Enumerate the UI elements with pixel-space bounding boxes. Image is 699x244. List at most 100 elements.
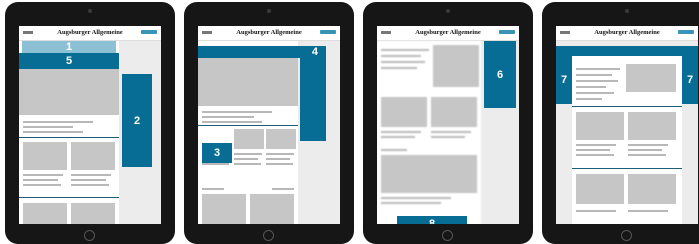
- text-line: [23, 184, 61, 186]
- text-line: [234, 163, 261, 165]
- ad-slot-1: 1: [22, 41, 116, 53]
- text-line: [576, 92, 614, 94]
- divider: [572, 168, 682, 169]
- teaser-image: [71, 203, 115, 224]
- lead-image: [198, 58, 298, 106]
- tablet-4-screen: Augsburger Allgemeine 7 7: [556, 26, 698, 224]
- text-line: [576, 144, 616, 146]
- text-line: [266, 158, 290, 160]
- teaser-image: [71, 142, 115, 170]
- teaser-image: [628, 174, 676, 204]
- home-button-icon: [442, 230, 453, 241]
- ad-slot-6: 6: [484, 41, 516, 108]
- text-line: [381, 67, 417, 69]
- teaser-image: [628, 112, 676, 140]
- teaser-image: [23, 142, 67, 170]
- text-line: [381, 55, 421, 57]
- teaser-image: [234, 129, 264, 149]
- ad-slot-2: 2: [122, 74, 152, 167]
- text-line: [576, 98, 602, 100]
- teaser-image: [381, 155, 477, 193]
- text-line: [576, 80, 618, 82]
- text-line: [628, 154, 666, 156]
- camera-icon: [446, 9, 450, 13]
- text-line: [202, 121, 262, 123]
- article-column: [572, 56, 682, 224]
- divider: [19, 197, 119, 198]
- tablet-3: Augsburger Allgemeine 6 8: [363, 2, 533, 244]
- text-line: [272, 188, 294, 190]
- camera-icon: [267, 9, 271, 13]
- ad-slot-8: 8: [397, 216, 467, 224]
- ad-slot-7-right: 7: [682, 56, 698, 104]
- text-line: [234, 153, 262, 155]
- ad-slot-4-skyscraper: [300, 58, 326, 141]
- text-line: [266, 153, 294, 155]
- text-line: [381, 149, 407, 151]
- teaser-image: [23, 203, 67, 224]
- text-line: [431, 131, 471, 133]
- subscribe-button: [499, 30, 515, 34]
- text-line: [266, 163, 293, 165]
- text-line: [381, 202, 441, 204]
- ad-wallpaper-top: [556, 46, 698, 56]
- site-logo: Augsburger Allgemeine: [236, 29, 302, 36]
- text-line: [381, 61, 425, 63]
- teaser-image: [576, 174, 624, 204]
- text-line: [202, 188, 224, 190]
- teaser-image: [266, 129, 296, 149]
- site-logo: Augsburger Allgemeine: [415, 29, 481, 36]
- text-line: [576, 210, 616, 212]
- tablet-3-screen: Augsburger Allgemeine 6 8: [377, 26, 519, 224]
- teaser-image: [431, 97, 477, 127]
- text-line: [71, 174, 111, 176]
- article-column: [377, 41, 481, 224]
- site-header: Augsburger Allgemeine: [556, 26, 698, 41]
- ad-slot-7-left: 7: [556, 56, 572, 104]
- text-line: [381, 197, 451, 199]
- text-line: [202, 111, 272, 113]
- tablet-1-screen: Augsburger Allgemeine 1 5 2: [19, 26, 161, 224]
- site-header: Augsburger Allgemeine: [377, 26, 519, 41]
- home-button-icon: [84, 230, 95, 241]
- ad-slot-3: 3: [202, 143, 232, 163]
- text-line: [628, 144, 668, 146]
- text-line: [381, 131, 421, 133]
- text-line: [576, 149, 610, 151]
- text-line: [202, 163, 229, 165]
- text-line: [234, 158, 258, 160]
- site-logo: Augsburger Allgemeine: [57, 29, 123, 36]
- text-line: [23, 131, 83, 133]
- text-line: [71, 184, 109, 186]
- text-line: [381, 136, 415, 138]
- ad-slot-5: 5: [19, 53, 119, 69]
- teaser-image: [433, 45, 479, 87]
- home-button-icon: [263, 230, 274, 241]
- text-line: [576, 74, 612, 76]
- lead-image: [626, 64, 676, 92]
- text-line: [576, 86, 606, 88]
- subscribe-button: [678, 30, 694, 34]
- teaser-image: [381, 97, 427, 127]
- teaser-image: [202, 194, 246, 224]
- article-column: [198, 41, 298, 224]
- divider: [572, 106, 682, 107]
- tablet-4: Augsburger Allgemeine 7 7: [542, 2, 699, 244]
- text-line: [71, 179, 106, 181]
- ad-slot-4: 4: [198, 46, 326, 58]
- divider: [19, 137, 119, 138]
- site-logo: Augsburger Allgemeine: [594, 29, 660, 36]
- tablet-2: Augsburger Allgemeine 4 3: [184, 2, 354, 244]
- text-line: [23, 174, 63, 176]
- site-header: Augsburger Allgemeine: [19, 26, 161, 41]
- site-header: Augsburger Allgemeine: [198, 26, 340, 41]
- divider: [198, 125, 298, 126]
- text-line: [202, 116, 254, 118]
- subscribe-button: [141, 30, 157, 34]
- home-button-icon: [621, 230, 632, 241]
- text-line: [431, 136, 465, 138]
- tablet-2-screen: Augsburger Allgemeine 4 3: [198, 26, 340, 224]
- text-line: [23, 126, 73, 128]
- tablet-1: Augsburger Allgemeine 1 5 2: [5, 2, 175, 244]
- lead-image: [19, 65, 119, 115]
